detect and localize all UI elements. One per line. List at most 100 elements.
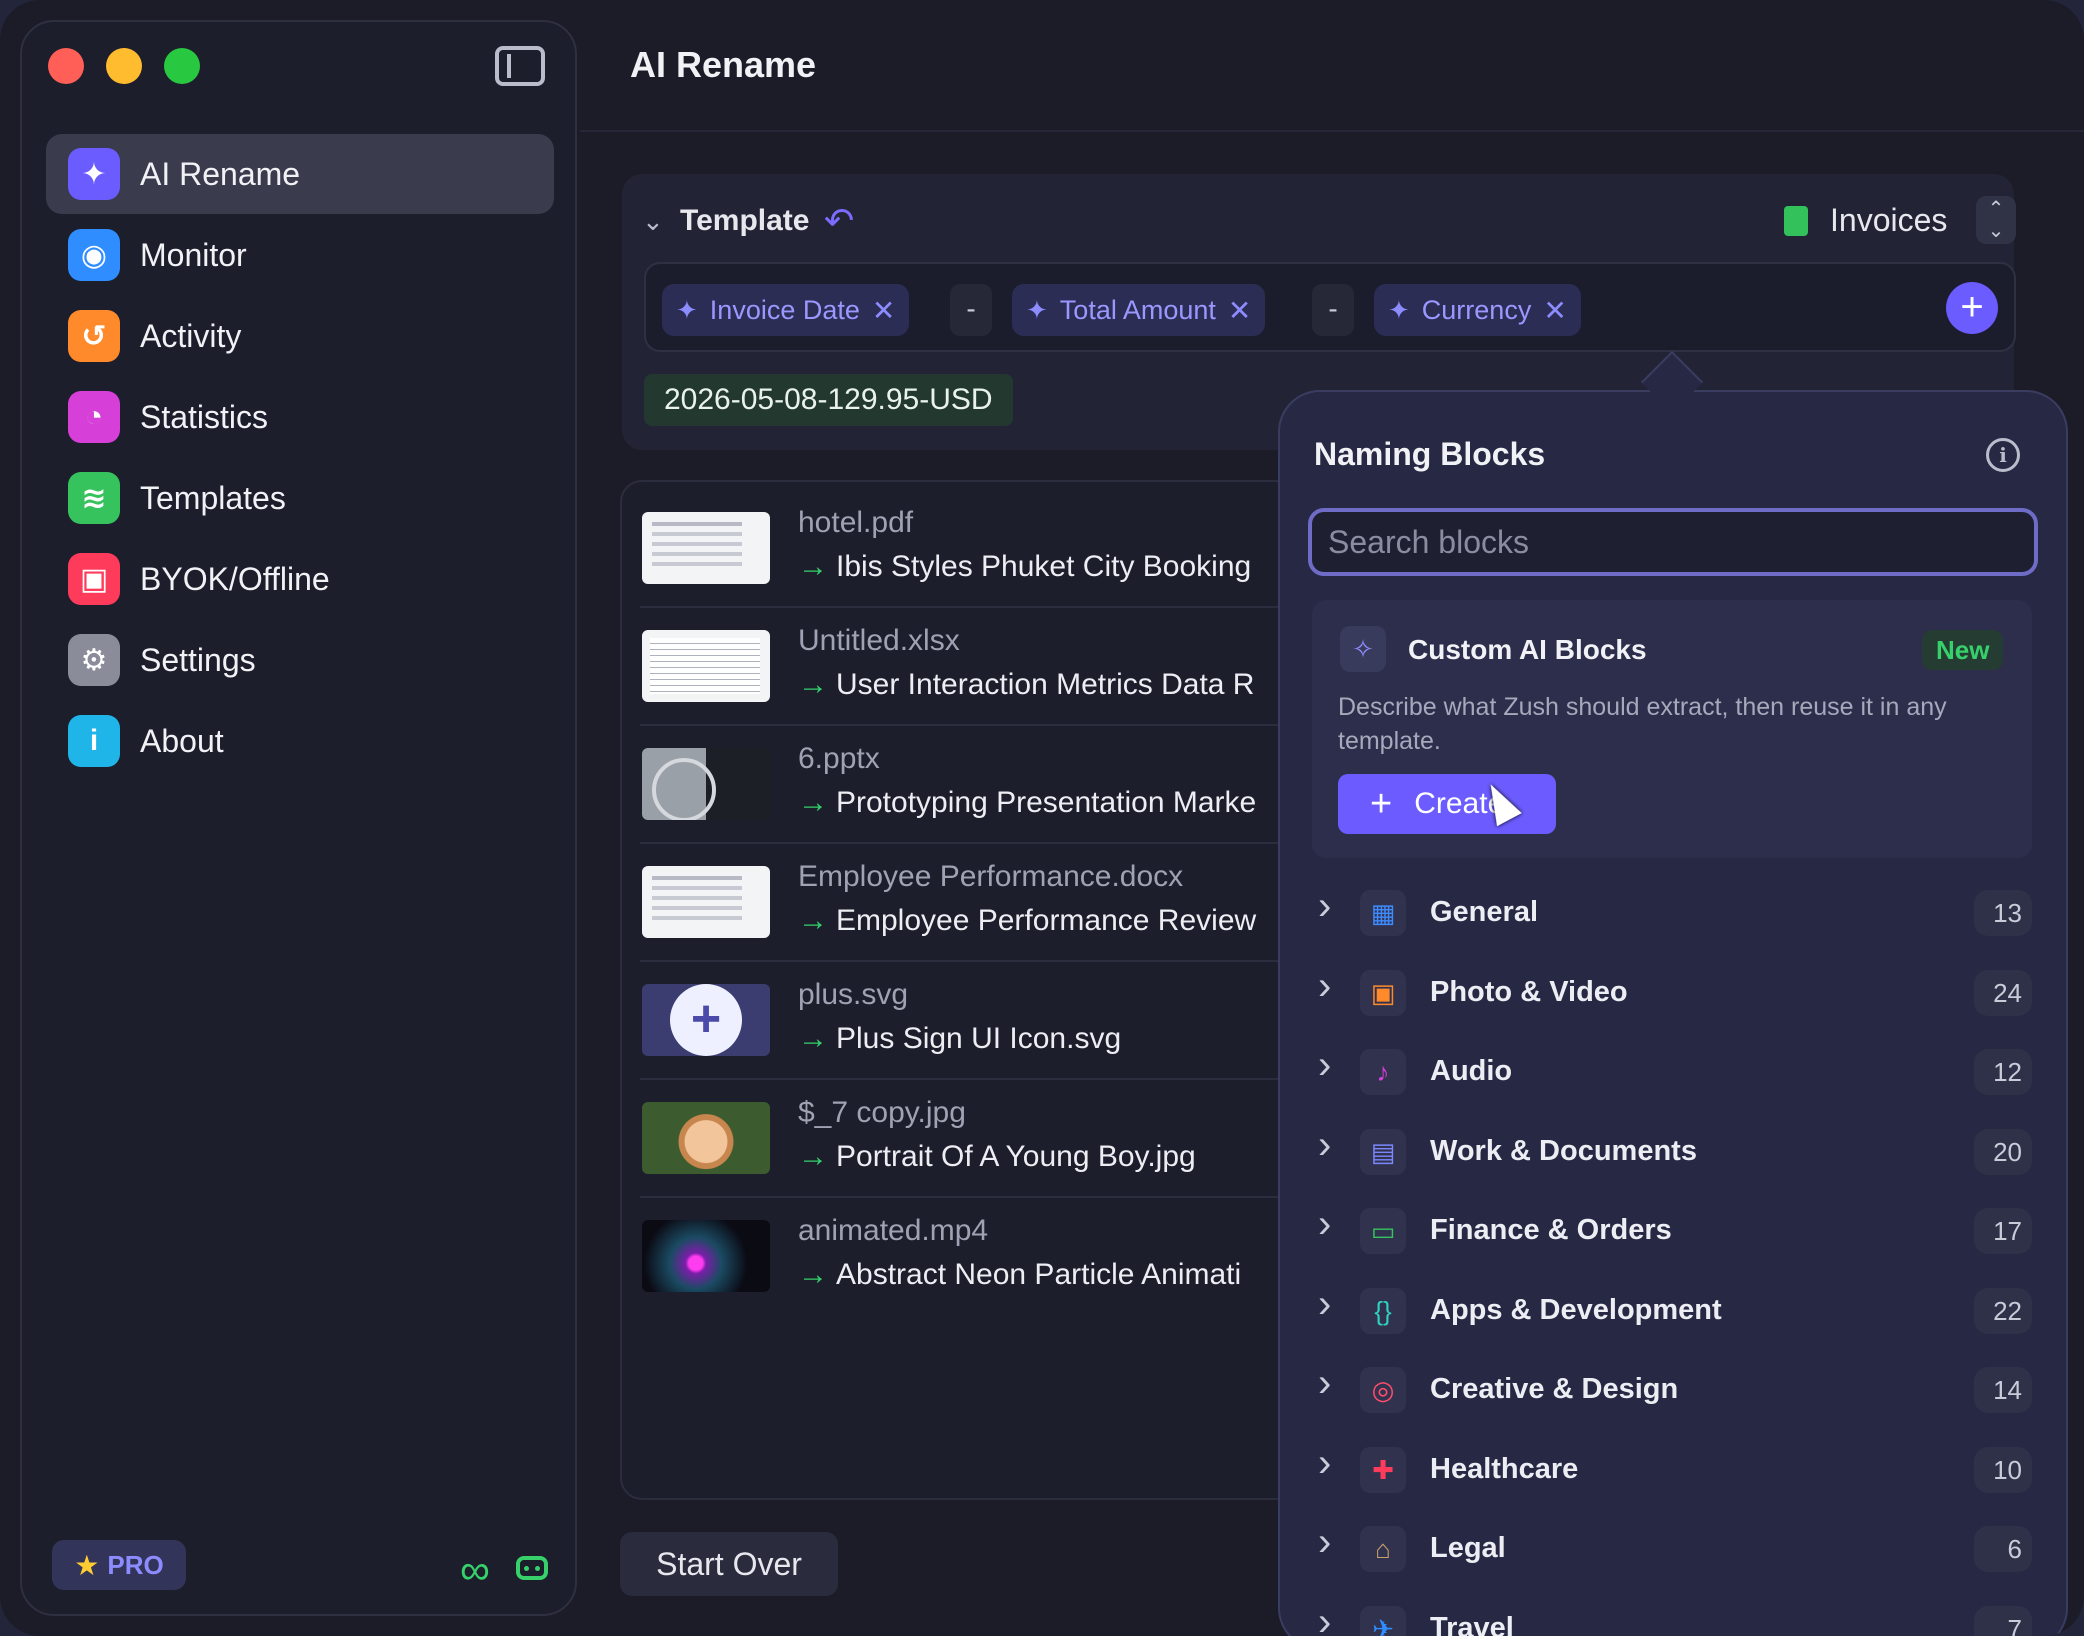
star-icon: ★ — [74, 1549, 100, 1581]
sidebar-toggle-icon[interactable] — [495, 46, 545, 86]
template-preset-select[interactable]: Invoices — [1830, 202, 1947, 239]
token-label: Invoice Date — [709, 294, 860, 325]
arrow-right-icon: → — [798, 904, 828, 937]
category-creative-design[interactable]: › ◎ Creative & Design 14 — [1308, 1355, 2038, 1425]
original-filename: animated.mp4 — [798, 1214, 989, 1247]
token-currency[interactable]: ✦ Currency ✕ — [1374, 284, 1581, 336]
category-legal[interactable]: › ⌂ Legal 6 — [1308, 1514, 2038, 1584]
category-count: 14 — [1974, 1367, 2032, 1413]
grid-icon: ▦ — [1360, 890, 1406, 936]
token-separator[interactable]: - — [1312, 284, 1354, 336]
category-work-documents[interactable]: › ▤ Work & Documents 20 — [1308, 1117, 2038, 1187]
arrow-right-icon: → — [798, 786, 828, 819]
sidebar-item-monitor[interactable]: ◉ Monitor — [46, 215, 554, 295]
sidebar-item-settings[interactable]: ⚙ Settings — [46, 620, 554, 700]
suggested-filename[interactable]: Abstract Neon Particle Animati — [836, 1258, 1241, 1292]
category-apps-development[interactable]: › {} Apps & Development 22 — [1308, 1276, 2038, 1346]
sidebar-item-label: Templates — [140, 479, 286, 516]
file-row[interactable]: hotel.pdf → Ibis Styles Phuket City Bookin… — [622, 490, 1318, 608]
custom-blocks-title: Custom AI Blocks — [1408, 634, 1647, 665]
chevron-right-icon[interactable]: › — [1318, 1282, 1331, 1327]
minimize-window-button[interactable] — [106, 48, 142, 84]
chevron-down-icon[interactable]: ⌄ — [642, 206, 664, 237]
category-finance-orders[interactable]: › ▭ Finance & Orders 17 — [1308, 1196, 2038, 1266]
token-invoice-date[interactable]: ✦ Invoice Date ✕ — [662, 284, 910, 336]
palette-icon: ◎ — [1360, 1367, 1406, 1413]
suggested-filename[interactable]: Employee Performance Review — [836, 904, 1256, 938]
file-thumbnail — [642, 630, 770, 702]
sidebar-item-byok-offline[interactable]: ▣ BYOK/Offline — [46, 539, 554, 619]
chevron-right-icon[interactable]: › — [1318, 884, 1331, 929]
sparkle-icon: ✦ — [1026, 294, 1048, 325]
file-thumbnail: + — [642, 984, 770, 1056]
sidebar-item-label: Statistics — [140, 398, 269, 435]
app-window: ✦ AI Rename ◉ Monitor ↺ Activity ◔ Statistics ≋ T… — [0, 0, 2084, 1636]
category-label: Apps & Development — [1430, 1293, 1722, 1326]
remove-token-icon[interactable]: ✕ — [1543, 294, 1566, 327]
add-block-button[interactable]: + — [1946, 282, 1998, 334]
start-over-button[interactable]: Start Over — [620, 1532, 838, 1596]
info-icon[interactable]: i — [1986, 438, 2020, 472]
info-icon: i — [68, 715, 120, 767]
zoom-window-button[interactable] — [164, 48, 200, 84]
remove-token-icon[interactable]: ✕ — [1228, 294, 1251, 327]
chevron-right-icon[interactable]: › — [1318, 1520, 1331, 1565]
magic-wand-icon: ✧ — [1340, 626, 1386, 672]
chevron-right-icon[interactable]: › — [1318, 1361, 1331, 1406]
pro-badge[interactable]: ★ PRO — [52, 1540, 186, 1590]
file-row[interactable]: $_7 copy.jpg → Portrait Of A Young Boy.jpg — [622, 1080, 1318, 1198]
category-general[interactable]: › ▦ General 13 — [1308, 878, 2038, 948]
token-separator[interactable]: - — [950, 284, 992, 336]
offline-model-icon[interactable] — [516, 1556, 548, 1580]
category-label: Work & Documents — [1430, 1134, 1697, 1167]
suggested-filename[interactable]: User Interaction Metrics Data R — [836, 668, 1254, 702]
sidebar-item-label: Activity — [140, 317, 242, 354]
close-window-button[interactable] — [48, 48, 84, 84]
category-count: 12 — [1974, 1049, 2032, 1095]
bank-icon: ⌂ — [1360, 1526, 1406, 1572]
file-row[interactable]: 6.pptx → Prototyping Presentation Marke — [622, 726, 1318, 844]
chevron-up-down-icon[interactable]: ⌃ ⌄ — [1976, 196, 2016, 244]
chevron-right-icon[interactable]: › — [1318, 1043, 1331, 1088]
file-row[interactable]: Untitled.xlsx → User Interaction Metrics D… — [622, 608, 1318, 726]
infinity-icon[interactable]: ∞ — [460, 1549, 490, 1591]
file-row[interactable]: + plus.svg → Plus Sign UI Icon.svg — [622, 962, 1318, 1080]
sidebar-item-label: About — [140, 722, 224, 759]
undo-icon[interactable]: ↶ — [824, 200, 854, 242]
suggested-filename[interactable]: Plus Sign UI Icon.svg — [836, 1022, 1121, 1056]
arrow-right-icon: → — [798, 1258, 828, 1291]
category-photo-video[interactable]: › ▣ Photo & Video 24 — [1308, 958, 2038, 1028]
search-blocks-input[interactable] — [1308, 508, 2038, 576]
category-healthcare[interactable]: › ✚ Healthcare 10 — [1308, 1435, 2038, 1505]
sidebar-item-templates[interactable]: ≋ Templates — [46, 458, 554, 538]
sidebar-item-about[interactable]: i About — [46, 701, 554, 781]
chevron-right-icon[interactable]: › — [1318, 1123, 1331, 1168]
chevron-right-icon[interactable]: › — [1318, 1600, 1331, 1636]
popover-title: Naming Blocks — [1314, 436, 1546, 472]
chevron-right-icon[interactable]: › — [1318, 964, 1331, 1009]
original-filename: $_7 copy.jpg — [798, 1096, 966, 1129]
category-audio[interactable]: › ♪ Audio 12 — [1308, 1037, 2038, 1107]
sidebar-item-ai-rename[interactable]: ✦ AI Rename — [46, 134, 554, 214]
token-total-amount[interactable]: ✦ Total Amount ✕ — [1012, 284, 1266, 336]
create-custom-block-button[interactable]: + Create — [1338, 774, 1556, 834]
arrow-right-icon: → — [798, 1022, 828, 1055]
category-travel[interactable]: › ✈ Travel 7 — [1308, 1594, 2038, 1636]
file-row[interactable]: animated.mp4 → Abstract Neon Particle Anim… — [622, 1198, 1318, 1316]
chevron-right-icon[interactable]: › — [1318, 1441, 1331, 1486]
original-filename: hotel.pdf — [798, 506, 914, 539]
original-filename: plus.svg — [798, 978, 909, 1011]
sidebar-item-statistics[interactable]: ◔ Statistics — [46, 377, 554, 457]
header-divider — [580, 130, 2084, 132]
token-label: Total Amount — [1059, 294, 1216, 325]
template-label[interactable]: Template — [680, 204, 809, 238]
suggested-filename[interactable]: Portrait Of A Young Boy.jpg — [836, 1140, 1196, 1174]
file-row[interactable]: Employee Performance.docx → Employee Perfo… — [622, 844, 1318, 962]
category-label: General — [1430, 896, 1538, 928]
chevron-right-icon[interactable]: › — [1318, 1202, 1331, 1247]
suggested-filename[interactable]: Ibis Styles Phuket City Booking — [836, 550, 1251, 584]
remove-token-icon[interactable]: ✕ — [872, 294, 895, 327]
category-count: 13 — [1974, 890, 2032, 936]
sidebar-item-activity[interactable]: ↺ Activity — [46, 296, 554, 376]
suggested-filename[interactable]: Prototyping Presentation Marke — [836, 786, 1256, 820]
